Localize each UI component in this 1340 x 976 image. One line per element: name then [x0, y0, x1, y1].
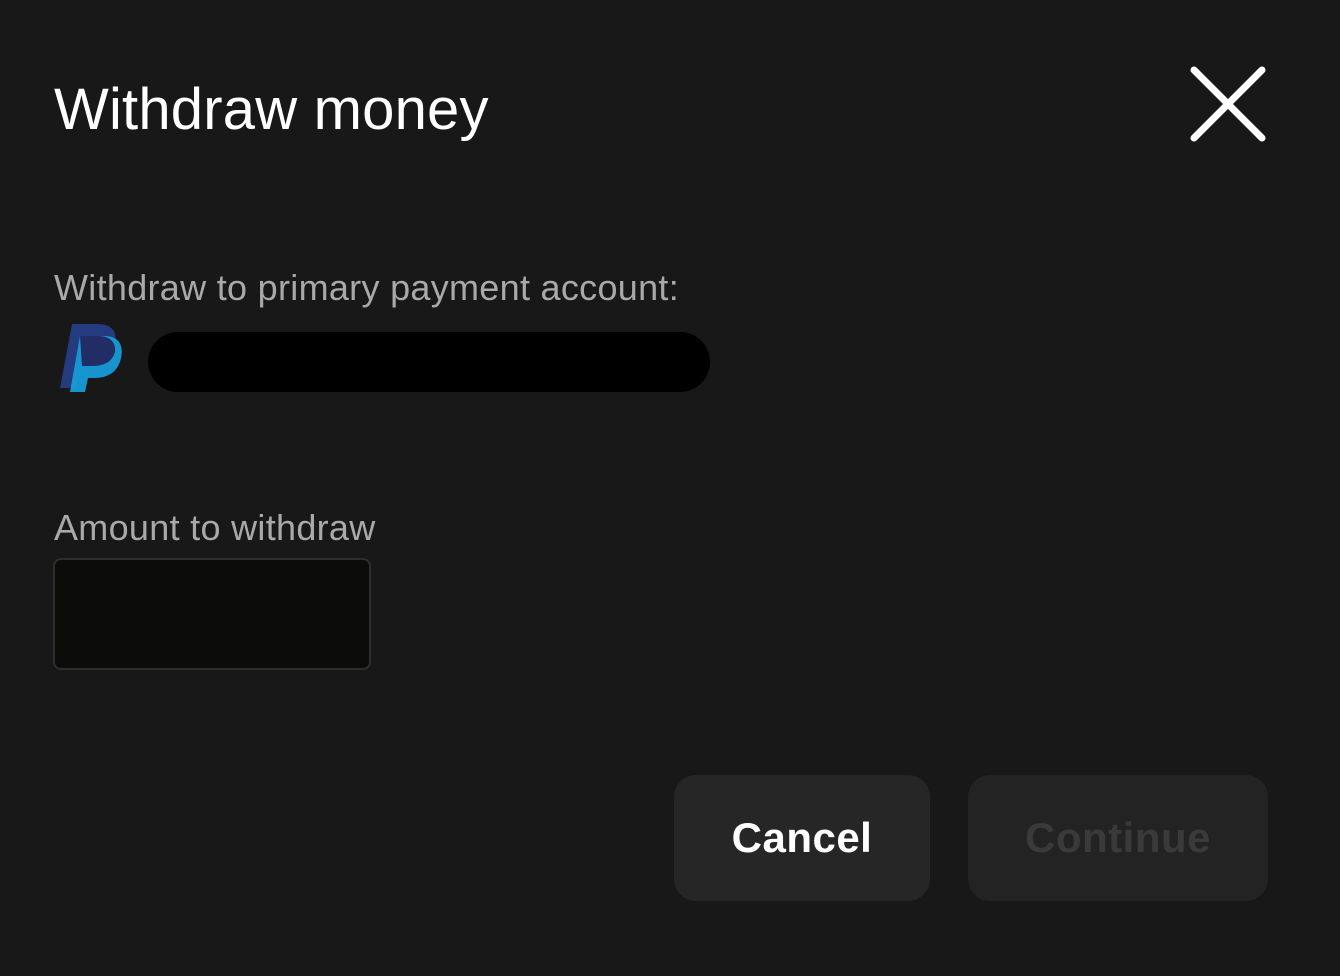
withdraw-dialog: Withdraw money Withdraw to primary payme… — [0, 0, 1340, 976]
continue-button[interactable]: Continue — [968, 775, 1268, 901]
paypal-logo-icon — [60, 324, 122, 392]
amount-label: Amount to withdraw — [54, 507, 376, 548]
close-button[interactable] — [1180, 58, 1276, 154]
cancel-button[interactable]: Cancel — [674, 775, 930, 901]
dialog-title: Withdraw money — [54, 77, 489, 142]
close-icon — [1190, 66, 1266, 142]
payment-account-label: Withdraw to primary payment account: — [54, 267, 680, 308]
payment-account-row — [54, 322, 734, 398]
amount-input[interactable] — [53, 558, 371, 670]
redacted-account-email — [148, 332, 710, 392]
